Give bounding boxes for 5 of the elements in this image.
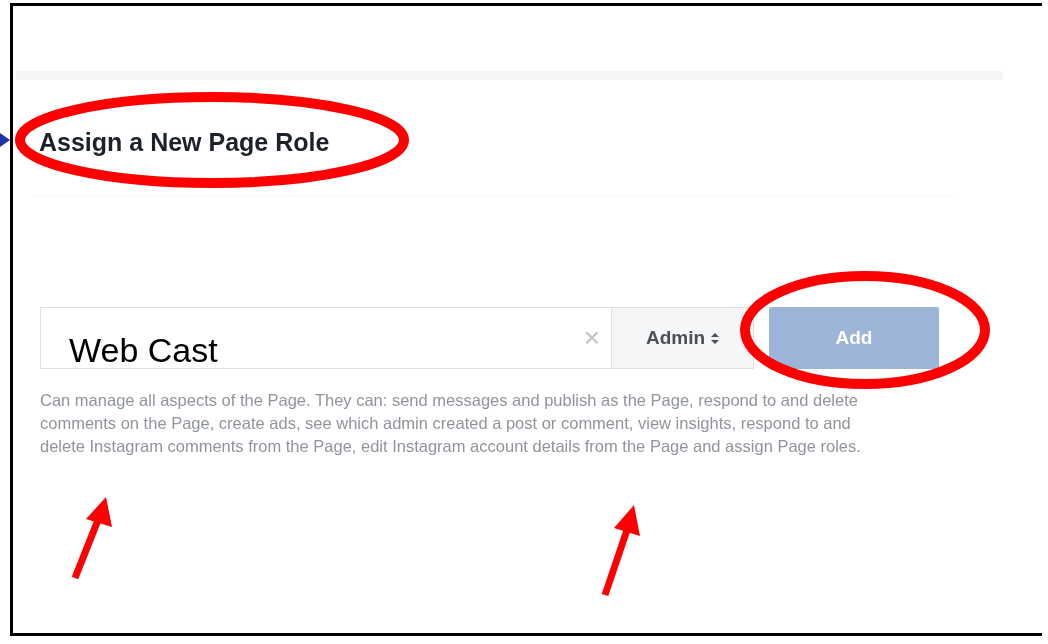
role-dropdown[interactable]: Admin — [612, 307, 754, 369]
sort-icon — [711, 332, 720, 344]
section-heading: Assign a New Page Role — [39, 128, 331, 157]
role-description: Can manage all aspects of the Page. They can: send messages and publish as the Page, respond to and delete comments on the Page, create ads, see which admin created a post or comment, view insights, respond to and delete Instagram comments from the Page, edit Instagram account details from the Page and assign Page roles. — [40, 390, 862, 457]
pointer-arrow-icon — [0, 133, 10, 147]
